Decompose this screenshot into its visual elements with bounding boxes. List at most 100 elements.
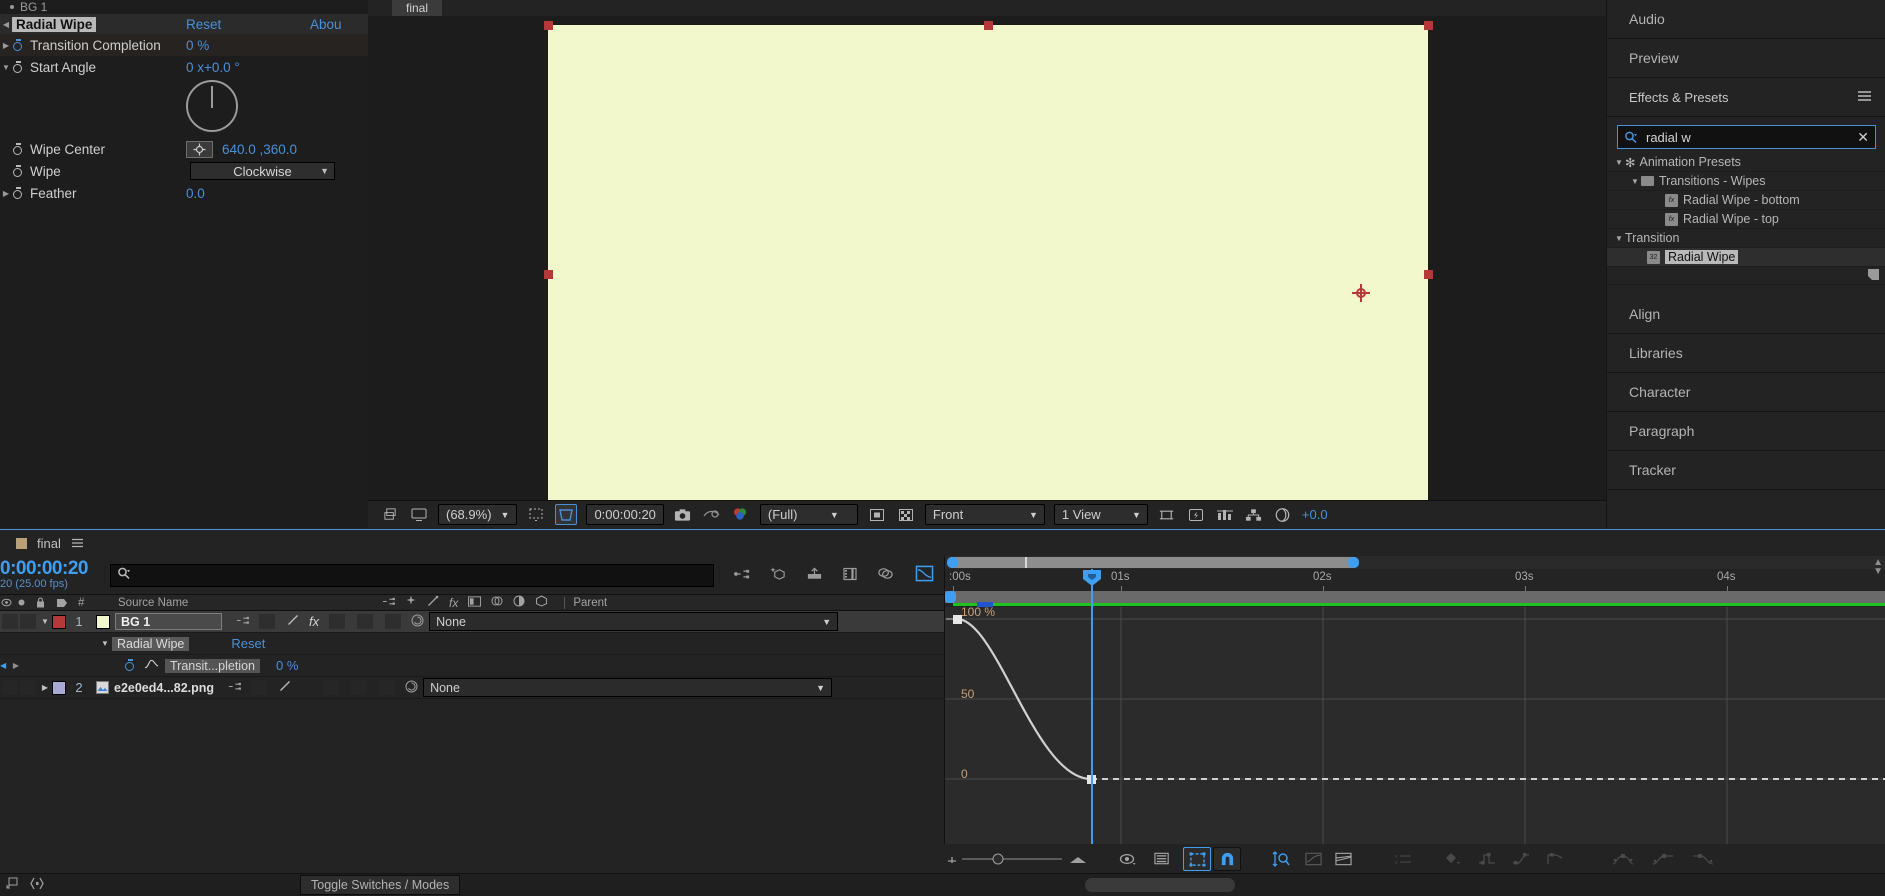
disclosure-triangle-icon[interactable]: ◀ [0,20,12,29]
snapshot-camera-icon[interactable] [673,505,693,524]
expand-triangle-icon[interactable]: ▶ [8,661,24,670]
property-value[interactable]: 0 % [186,38,209,53]
frame-blend-switch[interactable] [323,680,340,695]
panel-tab-paragraph[interactable]: Paragraph [1607,412,1885,451]
stopwatch-icon[interactable] [124,659,137,672]
property-value[interactable]: 0.0 [186,186,205,201]
view-layout-dropdown[interactable]: 1 View ▼ [1053,504,1148,525]
column-header-source-name[interactable]: Source Name [104,597,376,609]
comp-flowchart-icon[interactable] [6,877,20,893]
value-graph-canvas[interactable]: 100 % 50 0 [945,605,1885,856]
current-time-display[interactable]: 0:00:00:20 [586,504,664,525]
effects-search-box[interactable]: ✕ [1617,125,1876,149]
graph-toggle-icon[interactable] [144,658,159,673]
effect-reset-button[interactable]: Reset [186,17,221,32]
timeline-navigator[interactable] [945,556,1885,569]
effects-switch-icon[interactable] [287,614,299,629]
easy-ease-out-icon[interactable] [1690,848,1716,870]
tree-item-radial-wipe-bottom[interactable]: fx Radial Wipe - bottom [1607,191,1885,210]
exposure-value[interactable]: +0.0 [1302,507,1328,522]
new-folder-icon[interactable] [1867,268,1880,284]
stopwatch-icon[interactable] [12,164,25,178]
show-snapshot-eye-icon[interactable] [702,505,722,524]
auto-zoom-icon[interactable] [1268,848,1294,870]
navigator-start-handle[interactable] [947,557,958,568]
timeline-tab-final[interactable]: final [37,536,61,551]
grid-guides-icon[interactable] [526,505,546,524]
separate-dimensions-icon[interactable]: xz [1390,848,1416,870]
graph-editor-icon[interactable] [915,565,934,585]
effect-header-row[interactable]: ◀ Radial Wipe Reset Abou [0,14,368,34]
comp-flowchart-icon[interactable] [1244,505,1264,524]
panel-tab-audio[interactable]: Audio [1607,0,1885,39]
selection-handle[interactable] [544,270,553,279]
effect-title[interactable]: Radial Wipe [12,16,97,32]
timeline-panel-menu-icon[interactable] [71,536,84,551]
property-value[interactable]: 0 x+0.0 ° [186,60,240,75]
video-toggle[interactable] [2,614,18,629]
toggle-switches-modes-button[interactable]: Toggle Switches / Modes [300,875,461,895]
work-area-bar[interactable] [945,591,1885,603]
playhead-marker[interactable] [1083,570,1101,586]
shy-icon[interactable] [382,596,395,610]
property-name[interactable]: Transit...pletion [165,658,260,673]
collapse-triangle-icon[interactable]: ▼ [0,63,12,72]
effect-name[interactable]: Radial Wipe [112,636,190,651]
playhead-line[interactable] [1091,569,1093,856]
audio-toggle[interactable] [20,680,36,695]
resolution-dropdown[interactable]: (Full) ▼ [759,504,858,525]
show-properties-eye-icon[interactable] [1115,848,1141,870]
linear-keyframe-icon[interactable] [1508,848,1534,870]
disclosure-triangle-icon[interactable]: ▼ [98,639,112,648]
angle-dial-row[interactable] [0,78,368,138]
video-eye-icon[interactable] [0,598,12,607]
graph-type-options-icon[interactable] [1149,848,1175,870]
toggle-mask-paths-icon[interactable] [867,505,887,524]
panel-tab-character[interactable]: Character [1607,373,1885,412]
fit-selection-to-view-icon[interactable] [1300,848,1326,870]
audio-speaker-icon[interactable] [12,598,30,607]
lock-icon[interactable] [30,597,50,608]
effects-search-input[interactable] [1644,128,1858,146]
layer-label-color[interactable] [52,680,66,695]
keyframe-nav-left-icon[interactable]: ◀ [0,661,8,670]
always-preview-icon[interactable] [380,505,400,524]
layer-label-color[interactable] [52,614,66,629]
parent-dropdown[interactable]: None ▼ [423,678,833,697]
audio-toggle[interactable] [20,614,36,629]
fit-all-to-view-icon[interactable] [1330,848,1356,870]
3d-switch[interactable] [385,614,402,629]
tree-item-radial-wipe[interactable]: 32 Radial Wipe [1607,248,1885,267]
timecode-value[interactable]: 0:00:00:20 [0,559,110,578]
fx-badge-icon[interactable]: fx [309,614,319,629]
frame-blend-switch[interactable] [329,614,346,629]
channel-rgb-icon[interactable] [731,505,751,524]
column-header-parent[interactable]: Parent [564,596,607,609]
selection-handle[interactable] [984,21,993,30]
graph-editor[interactable]: :00s 01s 02s 03s 04s 100 % 50 0 [944,556,1885,856]
transparency-grid-icon[interactable] [896,505,916,524]
hold-keyframe-icon[interactable] [1474,848,1500,870]
expand-triangle-icon[interactable]: ▶ [0,189,12,198]
expand-triangle-icon[interactable]: ▶ [38,683,52,692]
quality-switch[interactable] [259,614,275,629]
property-value[interactable]: 0 % [276,658,298,673]
property-row-wipe-center[interactable]: Wipe Center 640.0 ,360.0 [0,138,368,160]
composition-canvas[interactable] [548,25,1428,523]
tree-item-transition[interactable]: ▼ Transition [1607,229,1885,248]
3d-layer-icon[interactable] [535,595,548,610]
auto-bezier-icon[interactable] [1542,848,1568,870]
camera-view-dropdown[interactable]: Front ▼ [924,504,1045,525]
exposure-icon[interactable] [1273,505,1293,524]
panel-tab-preview[interactable]: Preview [1607,39,1885,78]
frame-blend-icon[interactable] [468,595,482,610]
disclosure-triangle-icon[interactable]: ▼ [38,617,52,626]
disclosure-triangle-icon[interactable]: ▼ [1613,158,1625,167]
navigator-range[interactable] [947,557,1359,568]
effect-about-button[interactable]: Abou [310,17,342,32]
shy-switch-icon[interactable] [228,680,241,695]
property-row-feather[interactable]: ▶ Feather 0.0 [0,182,368,204]
stopwatch-icon[interactable] [12,142,25,156]
shy-layers-icon[interactable] [734,567,751,584]
easy-ease-icon[interactable] [1610,848,1636,870]
